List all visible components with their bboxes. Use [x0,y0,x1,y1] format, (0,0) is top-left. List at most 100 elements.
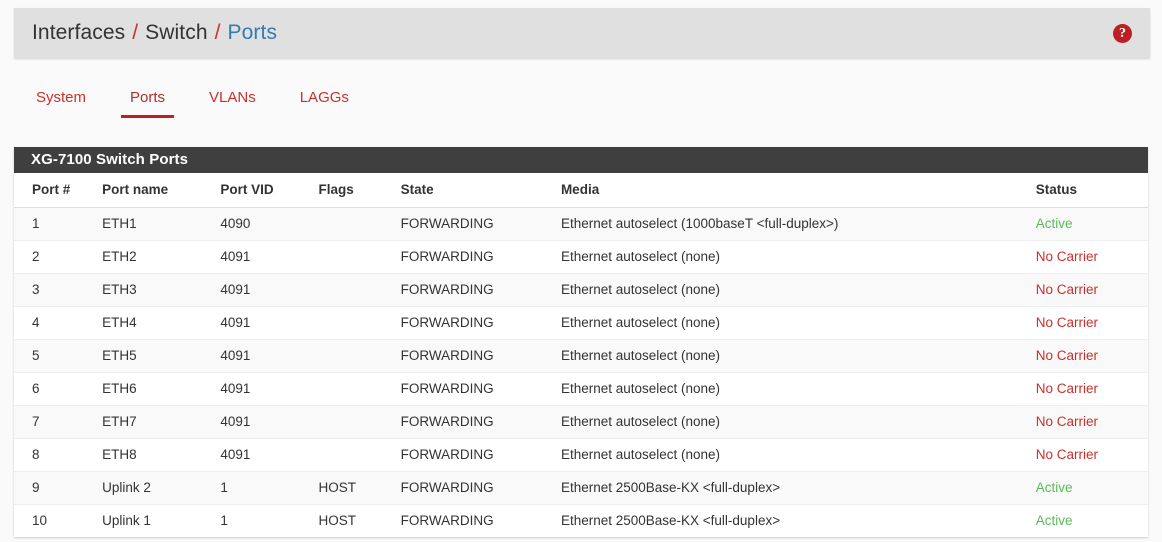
cell-port-vid: 4091 [220,240,318,273]
cell-port-name: ETH5 [100,339,220,372]
cell-state: FORWARDING [401,504,561,537]
cell-media: Ethernet autoselect (none) [561,438,1036,471]
breadcrumb: Interfaces / Switch / Ports [32,21,1113,45]
cell-flags: HOST [319,504,401,537]
cell-media: Ethernet 2500Base-KX <full-duplex> [561,504,1036,537]
cell-state: FORWARDING [401,273,561,306]
cell-port-name: ETH8 [100,438,220,471]
cell-port-name: ETH2 [100,240,220,273]
cell-port-number: 3 [14,273,100,306]
cell-port-vid: 4091 [220,339,318,372]
breadcrumb-item-switch[interactable]: Switch [145,21,207,45]
cell-flags [319,240,401,273]
cell-media: Ethernet autoselect (none) [561,306,1036,339]
cell-port-number: 9 [14,471,100,504]
column-header-state: State [401,173,561,207]
column-header-port-number: Port # [14,173,100,207]
cell-port-number: 10 [14,504,100,537]
cell-flags [319,306,401,339]
cell-state: FORWARDING [401,471,561,504]
cell-port-vid: 4091 [220,405,318,438]
breadcrumb-item-interfaces[interactable]: Interfaces [32,21,125,45]
cell-media: Ethernet autoselect (1000baseT <full-dup… [561,207,1036,240]
tab-system[interactable]: System [14,80,108,118]
cell-port-vid: 4091 [220,438,318,471]
cell-flags [319,438,401,471]
cell-port-vid: 4090 [220,207,318,240]
table-row[interactable]: 7ETH74091FORWARDINGEthernet autoselect (… [14,405,1148,438]
status-badge: No Carrier [1036,306,1148,339]
column-header-port-name: Port name [100,173,220,207]
cell-flags [319,273,401,306]
breadcrumb-bar: Interfaces / Switch / Ports ? [14,8,1150,58]
status-badge: No Carrier [1036,273,1148,306]
status-badge: No Carrier [1036,240,1148,273]
cell-port-name: Uplink 2 [100,471,220,504]
tab-vlans[interactable]: VLANs [187,80,278,118]
table-row[interactable]: 6ETH64091FORWARDINGEthernet autoselect (… [14,372,1148,405]
tab-ports[interactable]: Ports [108,80,187,118]
switch-ports-table: Port #Port namePort VIDFlagsStateMediaSt… [14,173,1148,537]
cell-state: FORWARDING [401,207,561,240]
page-root: Interfaces/Switch/Ports ? SystemPortsVLA… [0,0,1162,542]
table-row[interactable]: 1ETH14090 FORWARDINGEthernet autoselect (… [14,207,1148,240]
cell-port-number: 2 [14,240,100,273]
cell-media: Ethernet autoselect (none) [561,372,1036,405]
cell-port-number: 1 [14,207,100,240]
cell-state: FORWARDING [401,240,561,273]
cell-port-number: 4 [14,306,100,339]
cell-port-name: Uplink 1 [100,504,220,537]
table-row[interactable]: 8ETH84091 FORWARDINGEthernet autoselect (… [14,438,1148,471]
cell-state: FORWARDING [401,438,561,471]
cell-media: Ethernet 2500Base-KX <full-duplex> [561,471,1036,504]
column-header-port-vid: Port VID [220,173,318,207]
cell-port-number: 7 [14,405,100,438]
tab-bar: SystemPortsVLANsLAGGs [14,80,1150,122]
help-question-icon[interactable]: ? [1113,24,1132,43]
status-badge: No Carrier [1036,339,1148,372]
cell-state: FORWARDING [401,405,561,438]
panel-title: XG-7100 Switch Ports [14,147,1148,173]
table-row[interactable]: 3ETH34091FORWARDINGEthernet autoselect (… [14,273,1148,306]
tab-laggs[interactable]: LAGGs [278,80,371,118]
cell-port-name: ETH4 [100,306,220,339]
cell-media: Ethernet autoselect (none) [561,273,1036,306]
table-row[interactable]: 10Uplink 11HOSTFORWARDINGEthernet 2500Ba… [14,504,1148,537]
cell-port-number: 8 [14,438,100,471]
cell-port-number: 5 [14,339,100,372]
cell-port-vid: 1 [220,504,318,537]
breadcrumb-separator: / [132,21,138,45]
breadcrumb-separator: / [215,21,221,45]
cell-port-vid: 1 [220,471,318,504]
status-badge: No Carrier [1036,372,1148,405]
cell-port-name: ETH3 [100,273,220,306]
cell-port-number: 6 [14,372,100,405]
status-badge: Active [1036,471,1148,504]
table-header-row: Port #Port namePort VIDFlagsStateMediaSt… [14,173,1148,207]
table-row[interactable]: 5ETH54091 FORWARDINGEthernet autoselect (… [14,339,1148,372]
cell-state: FORWARDING [401,339,561,372]
status-badge: Active [1036,504,1148,537]
cell-port-name: ETH1 [100,207,220,240]
table-row[interactable]: 2ETH24091 FORWARDINGEthernet autoselect (… [14,240,1148,273]
cell-flags [319,207,401,240]
cell-flags: HOST [319,471,401,504]
cell-port-vid: 4091 [220,372,318,405]
cell-flags [319,339,401,372]
column-header-media: Media [561,173,1036,207]
breadcrumb-item-ports[interactable]: Ports [228,21,278,45]
cell-port-vid: 4091 [220,306,318,339]
table-row[interactable]: 4ETH44091 FORWARDINGEthernet autoselect (… [14,306,1148,339]
status-badge: No Carrier [1036,438,1148,471]
cell-flags [319,405,401,438]
cell-media: Ethernet autoselect (none) [561,240,1036,273]
status-badge: No Carrier [1036,405,1148,438]
cell-media: Ethernet autoselect (none) [561,339,1036,372]
table-header: Port #Port namePort VIDFlagsStateMediaSt… [14,173,1148,207]
column-header-flags: Flags [319,173,401,207]
table-row[interactable]: 9Uplink 21HOSTFORWARDINGEthernet 2500Bas… [14,471,1148,504]
cell-media: Ethernet autoselect (none) [561,405,1036,438]
cell-state: FORWARDING [401,306,561,339]
switch-ports-panel: XG-7100 Switch Ports Port #Port namePort… [14,147,1148,537]
cell-port-name: ETH6 [100,372,220,405]
